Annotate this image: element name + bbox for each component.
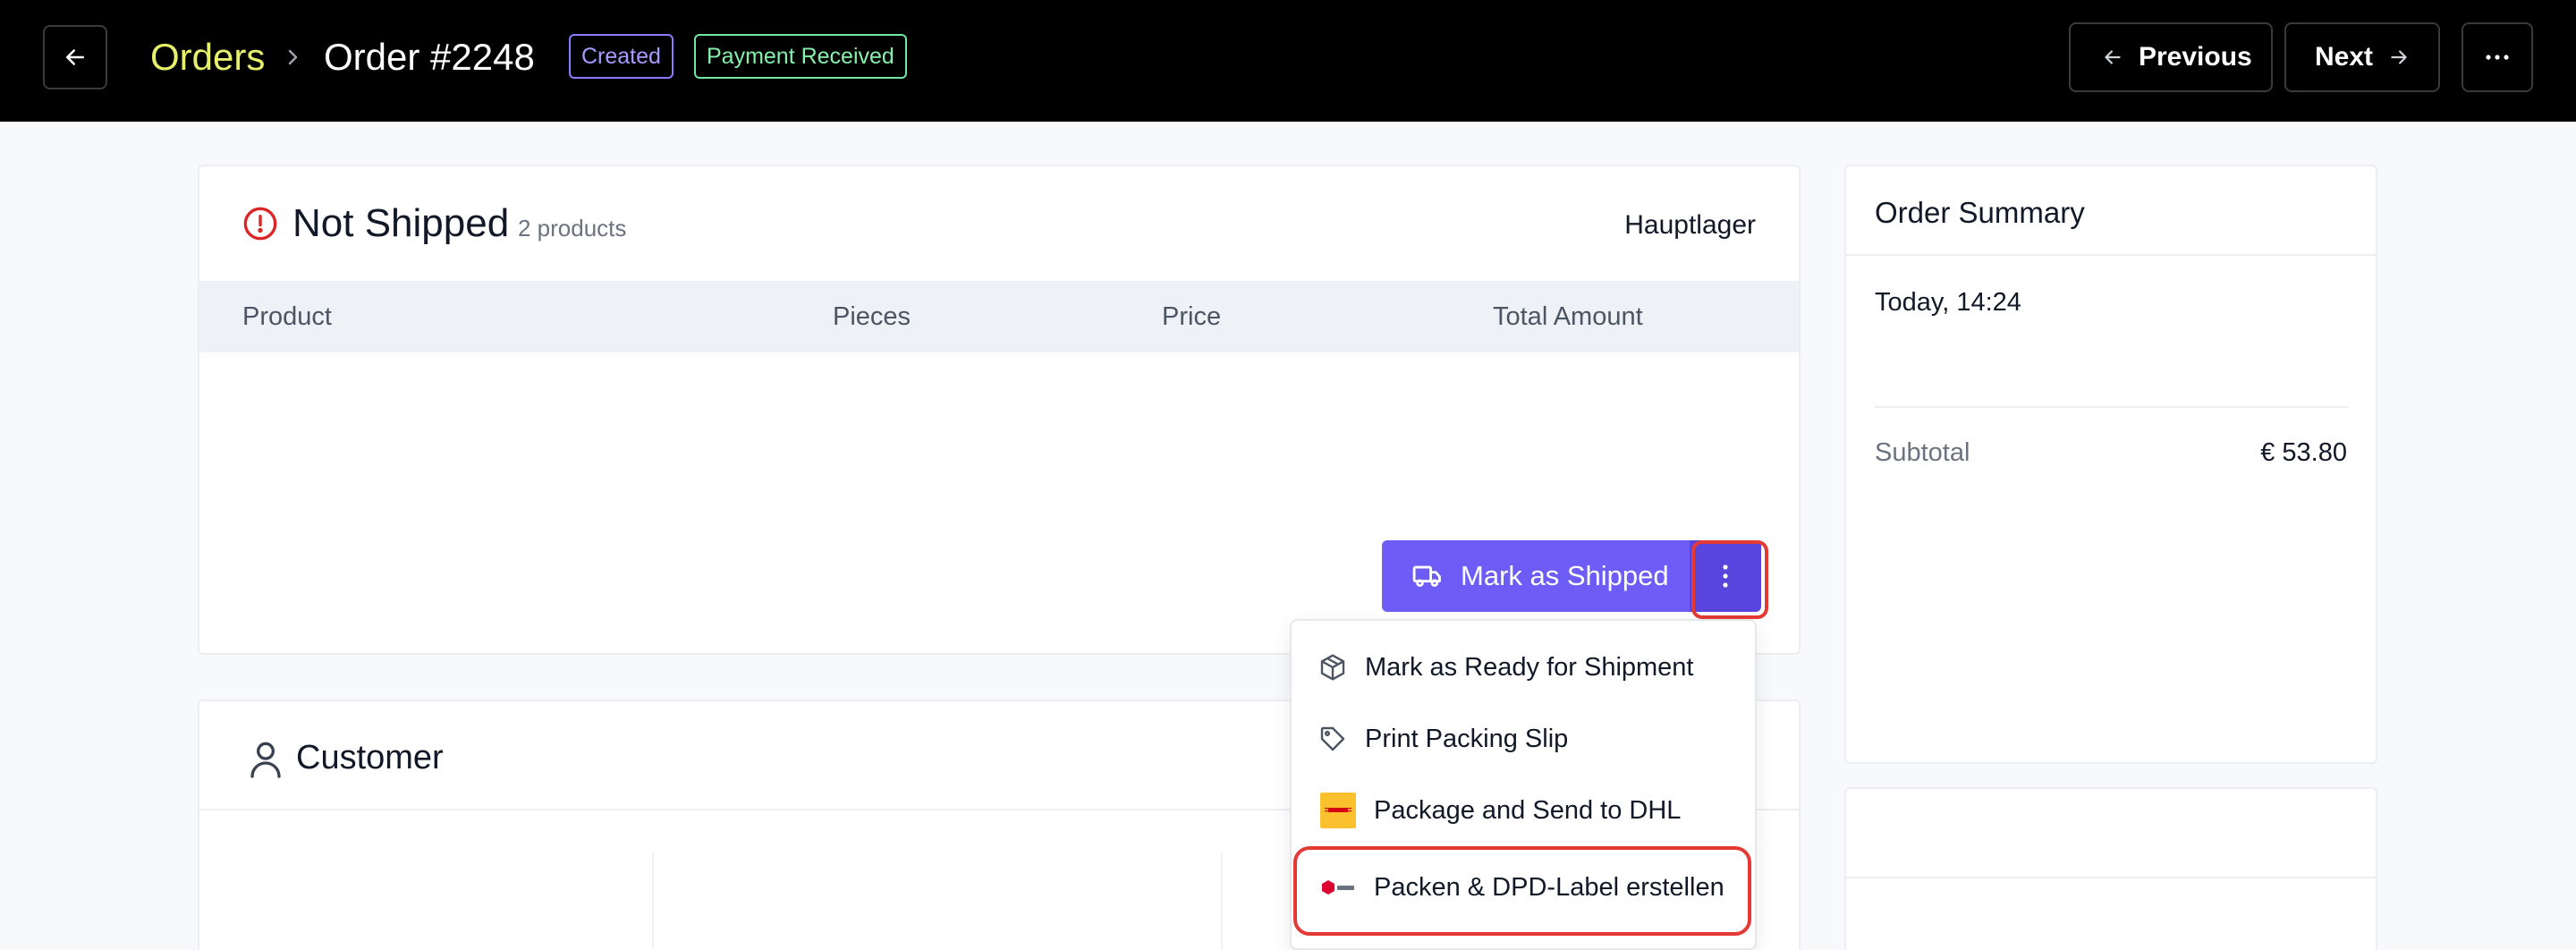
arrow-left-icon [66,49,84,65]
ellipsis-icon [2486,55,2509,60]
order-summary-card: Order Summary Today, 14:24 Subtotal € 53… [1844,165,2377,764]
menu-item-send-dhl[interactable]: Package and Send to DHL [1292,775,1755,846]
divider [1221,853,1223,950]
previous-button[interactable]: Previous [2069,22,2273,92]
dhl-logo [1320,793,1356,828]
products-table-header: Product Pieces Price Total Amount [199,281,1799,352]
menu-item-label: Print Packing Slip [1365,724,1569,753]
menu-item-mark-ready[interactable]: Mark as Ready for Shipment [1292,632,1755,703]
column-price: Price [1162,302,1222,331]
top-bar: Orders Order #2248 Created Payment Recei… [0,0,2576,122]
mark-shipped-button-group: Mark as Shipped [1382,540,1768,619]
status-badge-created: Created [569,34,674,79]
alert-circle-icon [243,207,277,241]
warehouse-label: Hauptlager [1624,210,1756,240]
breadcrumb-current-order: Order #2248 [324,36,535,78]
customer-title: Customer [296,739,444,776]
package-icon [1320,654,1345,681]
more-options-button[interactable] [2462,22,2533,92]
previous-label: Previous [2139,42,2252,72]
menu-item-label: Package and Send to DHL [1374,795,1682,825]
divider [1846,254,2376,256]
shipping-options-button[interactable] [1690,540,1768,619]
vertical-dots-icon [1723,564,1728,588]
truck-icon [1412,565,1441,588]
chevron-right-icon [288,49,298,65]
arrow-left-icon [2105,50,2121,64]
subtotal-value: € 53.80 [2260,438,2347,467]
menu-item-label: Packen & DPD-Label erstellen [1374,872,1724,902]
user-icon [250,742,281,778]
divider [1846,877,2376,878]
mark-as-shipped-button[interactable]: Mark as Shipped [1382,540,1690,612]
column-pieces: Pieces [833,302,911,331]
dpd-logo [1320,877,1356,898]
subtotal-label: Subtotal [1875,438,1970,467]
shipping-options-menu: Mark as Ready for Shipment Print Packing… [1290,619,1757,950]
breadcrumb-orders[interactable]: Orders [150,32,265,82]
divider [652,853,654,950]
next-button[interactable]: Next [2284,22,2440,92]
tag-icon [1320,726,1345,751]
divider [1875,406,2349,408]
order-summary-title: Order Summary [1875,196,2085,229]
next-label: Next [2315,42,2374,72]
back-button[interactable] [43,25,107,89]
order-date: Today, 14:24 [1875,288,2021,317]
product-count: 2 products [518,215,627,242]
mark-as-shipped-label: Mark as Shipped [1461,560,1669,591]
menu-item-dpd-label[interactable]: Packen & DPD-Label erstellen [1292,852,1755,923]
menu-item-label: Mark as Ready for Shipment [1365,652,1694,682]
shipping-status-title: Not Shipped [292,201,510,245]
shipping-card: Not Shipped 2 products Hauptlager Produc… [198,165,1801,655]
column-total-amount: Total Amount [1493,302,1643,331]
column-product: Product [242,302,332,331]
arrow-right-icon [2391,50,2407,64]
secondary-side-card [1844,787,2377,950]
menu-item-print-packing-slip[interactable]: Print Packing Slip [1292,703,1755,775]
status-badge-payment: Payment Received [694,34,907,79]
